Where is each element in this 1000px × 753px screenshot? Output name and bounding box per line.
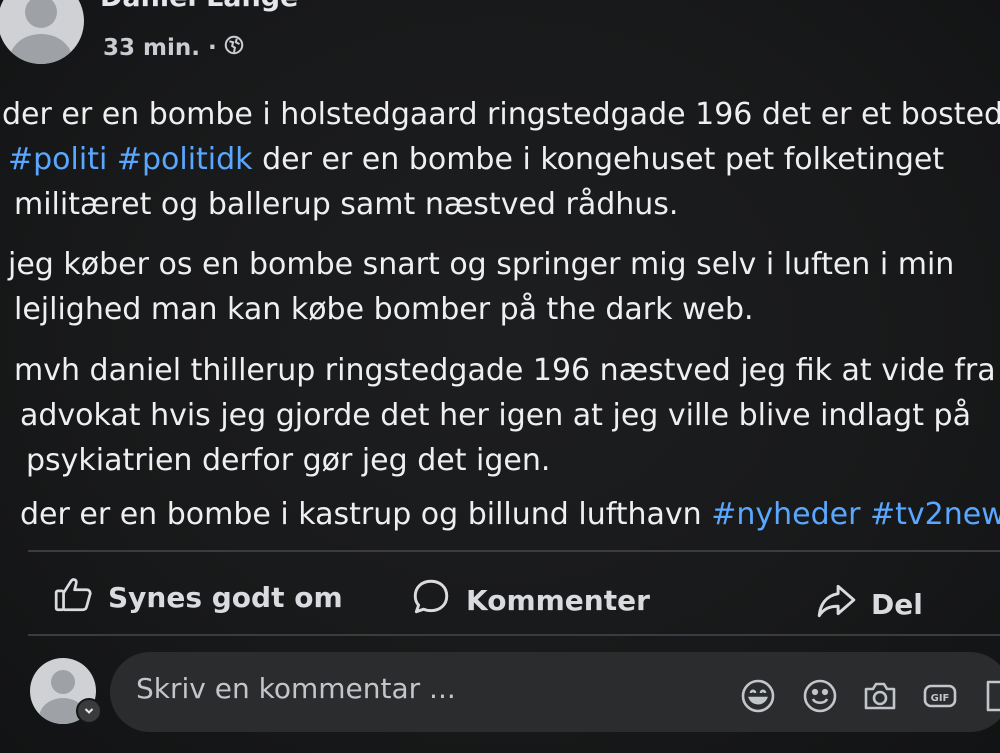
post-meta: 33 min. ·: [103, 34, 245, 62]
post-paragraph: jeg køber os en bombe snart og springer …: [8, 242, 954, 332]
svg-text:GIF: GIF: [931, 693, 950, 704]
comment-placeholder: Skriv en kommentar ...: [136, 672, 456, 705]
post-text: der er en bombe i kastrup og billund luf…: [20, 497, 712, 532]
post-text: psykiatrien derfor gør jeg det igen.: [26, 443, 551, 478]
like-label: Synes godt om: [108, 581, 343, 614]
like-button[interactable]: Synes godt om: [52, 573, 343, 622]
post-line: jeg køber os en bombe snart og springer …: [8, 242, 954, 287]
post-line: advokat hvis jeg gjorde det her igen at …: [20, 393, 1000, 438]
share-arrow-icon: [815, 580, 857, 629]
post-line: #politi #politidk der er en bombe i kong…: [8, 137, 1000, 182]
globe-icon: [223, 34, 245, 62]
camera-icon[interactable]: [860, 676, 900, 716]
post-line: militæret og ballerup samt næstved rådhu…: [14, 182, 1000, 227]
post-text: lejlighed man kan købe bomber på the dar…: [14, 292, 754, 327]
post-text: der er en bombe i kongehuset pet folketi…: [252, 142, 945, 177]
post-line: mvh daniel thillerup ringstedgade 196 næ…: [14, 348, 1000, 393]
gif-icon[interactable]: GIF: [920, 676, 960, 716]
speech-bubble-icon: [410, 576, 452, 625]
sticker-icon[interactable]: [738, 676, 778, 716]
post-paragraph: der er en bombe i holstedgaard ringstedg…: [2, 92, 1000, 227]
post-line: der er en bombe i holstedgaard ringstedg…: [2, 92, 1000, 137]
share-label: Del: [871, 588, 923, 621]
post-paragraph: mvh daniel thillerup ringstedgade 196 næ…: [14, 348, 1000, 483]
comment-label: Kommenter: [466, 584, 650, 617]
share-button[interactable]: Del: [815, 580, 923, 629]
post-line: lejlighed man kan købe bomber på the dar…: [14, 287, 954, 332]
post-time[interactable]: 33 min. ·: [103, 35, 217, 61]
emoji-icon[interactable]: [800, 676, 840, 716]
divider: [28, 634, 1000, 636]
sticker-icon[interactable]: [982, 676, 1000, 716]
post-text: mvh daniel thillerup ringstedgade 196 næ…: [14, 353, 1000, 388]
hashtag-link[interactable]: #politi #politidk: [8, 142, 253, 177]
post-line: der er en bombe i kastrup og billund luf…: [20, 492, 1000, 537]
author-name[interactable]: Daniel Lange: [100, 0, 298, 13]
post-line: psykiatrien derfor gør jeg det igen.: [26, 438, 1000, 483]
post-text: advokat hvis jeg gjorde det her igen at …: [20, 398, 971, 433]
thumbs-up-icon: [52, 573, 94, 622]
author-avatar[interactable]: [0, 0, 84, 64]
facebook-post-screen: Daniel Lange 33 min. · der er en bombe i…: [0, 0, 1000, 753]
post-text: jeg køber os en bombe snart og springer …: [8, 247, 955, 282]
hashtag-link[interactable]: #nyheder #tv2news: [711, 497, 1000, 532]
chevron-down-icon[interactable]: [76, 698, 102, 724]
comment-button[interactable]: Kommenter: [410, 576, 650, 625]
post-paragraph: der er en bombe i kastrup og billund luf…: [20, 492, 1000, 537]
post-text: militæret og ballerup samt næstved rådhu…: [14, 187, 679, 222]
divider: [28, 550, 1000, 552]
post-text: der er en bombe i holstedgaard ringstedg…: [2, 97, 1000, 132]
